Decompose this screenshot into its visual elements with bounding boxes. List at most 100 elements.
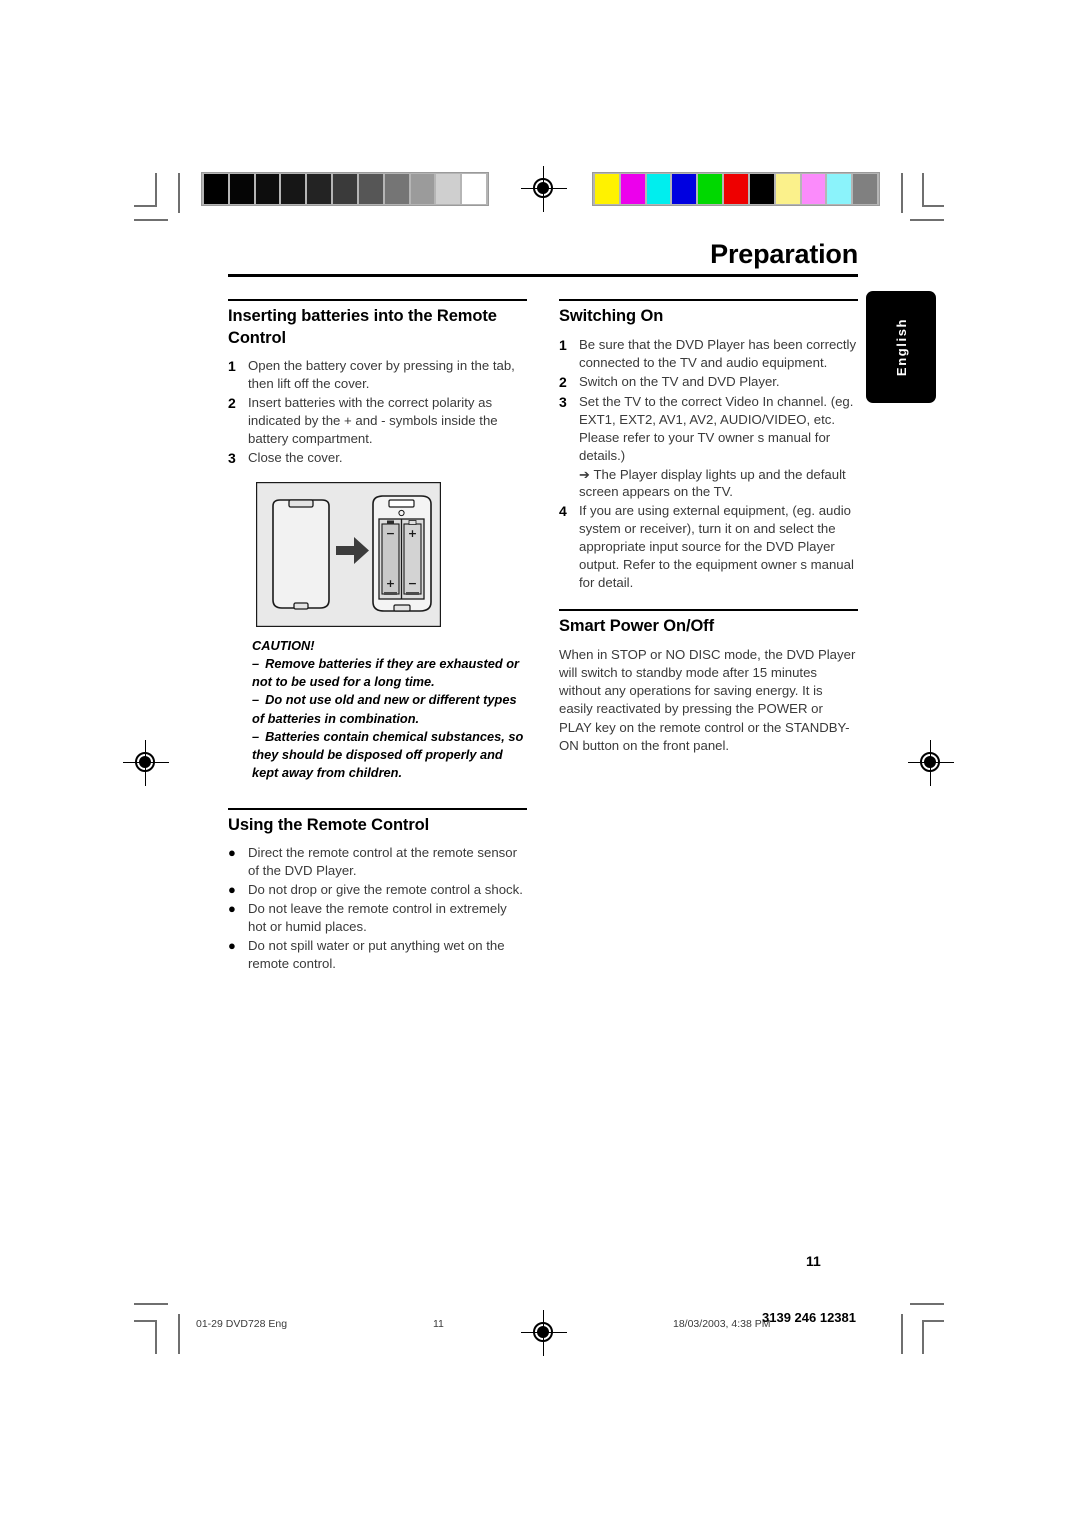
- color-swatch-5: [724, 174, 748, 204]
- step-item: 4 If you are using external equipment, (…: [559, 502, 858, 592]
- step-text: Switch on the TV and DVD Player.: [579, 373, 780, 389]
- step-number: 1: [559, 336, 567, 353]
- step-result-note: ➔ The Player display lights up and the d…: [579, 466, 846, 500]
- bleed-mark-top-right: [901, 173, 903, 213]
- section-rule-switching-on: [559, 299, 858, 302]
- svg-text:+: +: [408, 527, 417, 540]
- footer-page-number: 11: [433, 1318, 444, 1330]
- crop-mark-top-right-outer: [910, 219, 944, 221]
- color-swatch-2: [646, 174, 671, 204]
- caution-item: – Do not use old and new or different typ…: [252, 691, 527, 727]
- list-item-text: Do not leave the remote control in extre…: [248, 901, 507, 935]
- list-item-text: Do not spill water or put anything wet o…: [248, 937, 505, 971]
- crop-mark-bottom-right-vertical: [922, 1320, 924, 1354]
- title-rule: [228, 274, 858, 278]
- crop-mark-top-right-vertical: [922, 173, 924, 207]
- grayscale-swatch-9: [436, 174, 461, 204]
- grayscale-swatch-7: [384, 174, 409, 204]
- crop-mark-bottom-left-horizontal: [134, 1320, 156, 1322]
- grayscale-swatch-5: [333, 174, 357, 204]
- grayscale-calibration-bar: [201, 172, 489, 206]
- bullets-using-remote-control: ● Direct the remote control at the remot…: [228, 844, 527, 973]
- language-tab-english: English: [866, 291, 936, 403]
- caution-dash: –: [252, 692, 260, 708]
- remote-control-battery-diagram: − + + −: [256, 482, 441, 628]
- step-number: 4: [559, 503, 567, 520]
- step-number: 2: [559, 373, 567, 390]
- step-item: 2 Insert batteries with the correct pola…: [228, 394, 527, 448]
- left-column: Inserting batteries into the Remote Cont…: [228, 299, 527, 974]
- heading-inserting-batteries: Inserting batteries into the Remote Cont…: [228, 307, 497, 347]
- step-item: 2 Switch on the TV and DVD Player.: [559, 373, 858, 392]
- list-item-text: Direct the remote control at the remote …: [248, 845, 517, 879]
- crop-mark-top-left-outer: [134, 219, 168, 221]
- footer-document-code: 3139 246 12381: [762, 1310, 856, 1325]
- list-item: ● Direct the remote control at the remot…: [228, 844, 527, 880]
- grayscale-swatch-10: [462, 174, 486, 204]
- color-swatch-4: [698, 174, 723, 204]
- grayscale-swatch-8: [410, 174, 435, 204]
- remote-battery-compartment-open: − + + −: [372, 495, 432, 612]
- step-number: 2: [228, 395, 236, 412]
- svg-text:−: −: [408, 577, 417, 590]
- section-rule-using-remote: [228, 808, 527, 810]
- list-item: ● Do not drop or give the remote control…: [228, 881, 527, 899]
- step-item: 1 Open the battery cover by pressing in …: [228, 357, 527, 393]
- bullet-icon: ●: [228, 845, 236, 861]
- grayscale-swatch-3: [281, 174, 306, 204]
- caution-dash: –: [252, 656, 260, 672]
- caution-item-text: Remove batteries if they are exhausted o…: [252, 656, 520, 690]
- step-text: Set the TV to the correct Video In chann…: [579, 393, 858, 502]
- color-swatch-8: [801, 174, 826, 204]
- registration-mark-top: [521, 166, 567, 212]
- document-content: Preparation Inserting batteries into the…: [228, 240, 858, 974]
- crop-mark-top-left-horizontal: [134, 205, 156, 207]
- registration-mark-bottom: [521, 1310, 567, 1356]
- right-column: Switching On 1 Be sure that the DVD Play…: [559, 299, 858, 974]
- page-title: Preparation: [710, 239, 858, 269]
- list-item-text: Do not drop or give the remote control a…: [248, 882, 523, 898]
- grayscale-swatch-6: [358, 174, 383, 204]
- step-text: Close the cover.: [248, 449, 343, 465]
- color-swatch-0: [595, 174, 619, 204]
- footer-file-name: 01-29 DVD728 Eng: [196, 1318, 288, 1330]
- color-swatch-6: [749, 174, 774, 204]
- grayscale-swatch-2: [255, 174, 280, 204]
- caution-heading: CAUTION!: [252, 638, 315, 654]
- caution-block: CAUTION! – Remove batteries if they are e…: [252, 637, 527, 782]
- bullet-icon: ●: [228, 901, 236, 917]
- steps-switching-on: 1 Be sure that the DVD Player has been c…: [559, 336, 858, 592]
- step-number: 1: [228, 358, 236, 375]
- caution-item-text: Batteries contain chemical substances, s…: [252, 728, 524, 781]
- grayscale-swatch-0: [204, 174, 228, 204]
- list-item: ● Do not leave the remote control in ext…: [228, 900, 527, 936]
- bleed-mark-top-left: [178, 173, 180, 213]
- crop-mark-bottom-right-outer: [910, 1303, 944, 1305]
- caution-dash: –: [252, 728, 260, 744]
- bleed-mark-bottom-right: [901, 1314, 903, 1354]
- step-item: 3 Set the TV to the correct Video In cha…: [559, 393, 858, 502]
- grayscale-swatch-4: [307, 174, 332, 204]
- step-text: Insert batteries with the correct polari…: [248, 395, 498, 447]
- caution-item: – Batteries contain chemical substances, …: [252, 728, 527, 782]
- grayscale-swatch-1: [229, 174, 254, 204]
- step-item: 3 Close the cover.: [228, 449, 527, 468]
- svg-text:−: −: [386, 527, 395, 540]
- step-item: 1 Be sure that the DVD Player has been c…: [559, 336, 858, 372]
- list-item: ● Do not spill water or put anything wet…: [228, 937, 527, 973]
- step-text: Open the battery cover by pressing in th…: [248, 358, 515, 392]
- section-rule-smart-power: [559, 609, 858, 612]
- heading-using-remote-control: Using the Remote Control: [228, 815, 430, 834]
- paragraph-smart-power: When in STOP or NO DISC mode, the DVD Pl…: [559, 646, 856, 753]
- page-number: 11: [806, 1253, 821, 1269]
- registration-mark-left: [123, 740, 169, 786]
- color-calibration-bar: [592, 172, 880, 206]
- heading-smart-power-on-off: Smart Power On/Off: [559, 617, 714, 636]
- crop-mark-top-left-vertical: [155, 173, 157, 207]
- bullet-icon: ●: [228, 937, 236, 953]
- two-column-layout: Inserting batteries into the Remote Cont…: [228, 299, 858, 974]
- language-tab-label: English: [893, 317, 909, 377]
- step-text: Be sure that the DVD Player has been cor…: [579, 336, 857, 370]
